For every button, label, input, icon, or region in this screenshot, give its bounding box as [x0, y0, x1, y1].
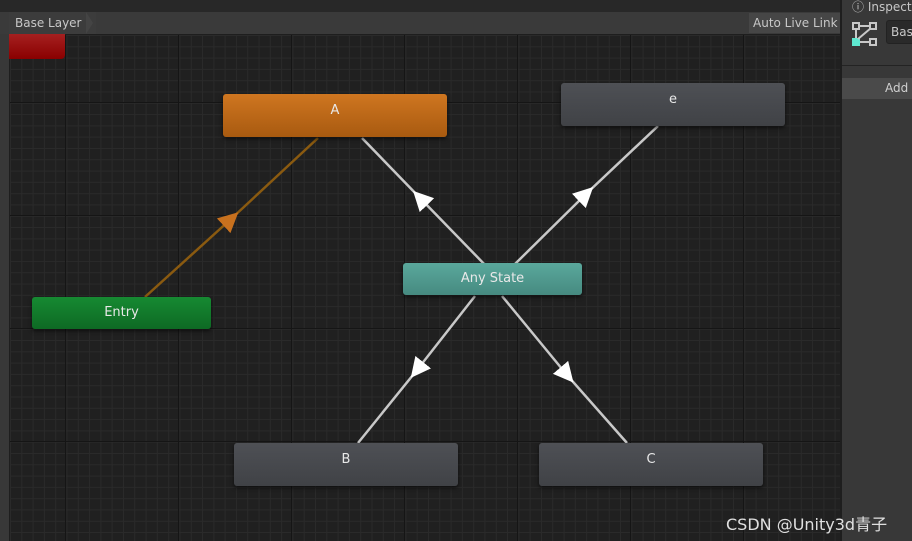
state-a-default[interactable]: A — [223, 94, 447, 137]
transition-any-to-a — [361, 137, 489, 269]
state-e[interactable]: e — [561, 83, 785, 126]
inspector-panel: ⓘ Inspector Base Add Behaviour — [840, 0, 912, 541]
transition-any-to-e — [514, 125, 659, 265]
state-entry[interactable]: Entry — [32, 297, 211, 329]
state-any-state[interactable]: Any State — [403, 263, 582, 295]
divider — [842, 65, 912, 66]
layer-name-field[interactable]: Base — [886, 20, 912, 44]
state-c[interactable]: C — [539, 443, 763, 486]
exit-state[interactable] — [9, 34, 65, 59]
transition-any-to-b — [357, 295, 476, 444]
state-b[interactable]: B — [234, 443, 458, 486]
watermark: CSDN @Unity3d青子 — [726, 515, 888, 534]
inspector-tab[interactable]: ⓘ Inspector — [852, 0, 912, 15]
add-behaviour-button[interactable]: Add Behaviour — [842, 78, 912, 99]
state-machine-icon — [852, 22, 877, 46]
info-icon: ⓘ — [852, 0, 868, 14]
transition-any-to-c — [501, 295, 628, 444]
transition-entry-to-a — [144, 137, 319, 298]
